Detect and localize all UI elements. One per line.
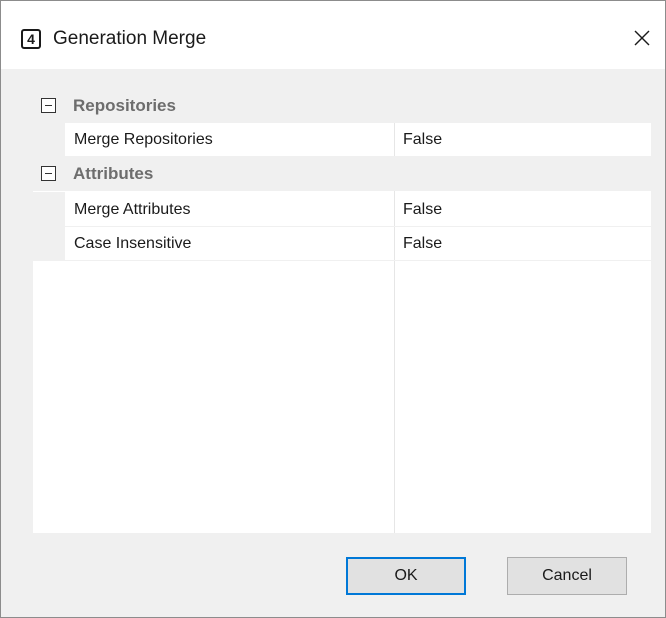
close-button[interactable]	[617, 19, 665, 59]
row-gutter	[33, 226, 65, 261]
collapse-icon[interactable]	[41, 166, 56, 181]
category-row-repositories[interactable]: Repositories	[33, 89, 651, 123]
collapse-icon[interactable]	[41, 98, 56, 113]
property-name: Merge Attributes	[74, 201, 191, 218]
category-label: Repositories	[73, 96, 176, 115]
close-icon	[634, 30, 650, 46]
property-value[interactable]: False	[403, 235, 442, 253]
property-value[interactable]: False	[403, 201, 442, 219]
property-row-merge-attributes[interactable]: Merge Attributes False	[33, 192, 651, 227]
category-label: Attributes	[73, 164, 154, 183]
property-row-merge-repositories[interactable]: Merge Repositories False	[33, 122, 651, 157]
dialog-window: 4 Generation Merge Repositories Merge Re…	[0, 0, 666, 618]
property-value[interactable]: False	[403, 131, 442, 149]
cancel-button[interactable]: Cancel	[507, 557, 627, 595]
dialog-title: Generation Merge	[53, 28, 207, 49]
property-name: Merge Repositories	[74, 131, 213, 148]
title-bar: 4 Generation Merge	[1, 1, 665, 69]
ok-button[interactable]: OK	[346, 557, 466, 595]
property-name: Case Insensitive	[74, 235, 192, 252]
row-gutter	[33, 192, 65, 227]
category-row-attributes[interactable]: Attributes	[33, 157, 651, 191]
row-gutter	[33, 122, 65, 157]
numbered-square-icon: 4	[21, 29, 41, 49]
property-grid[interactable]: Repositories Merge Repositories False At…	[33, 89, 651, 533]
property-row-case-insensitive[interactable]: Case Insensitive False	[33, 226, 651, 261]
